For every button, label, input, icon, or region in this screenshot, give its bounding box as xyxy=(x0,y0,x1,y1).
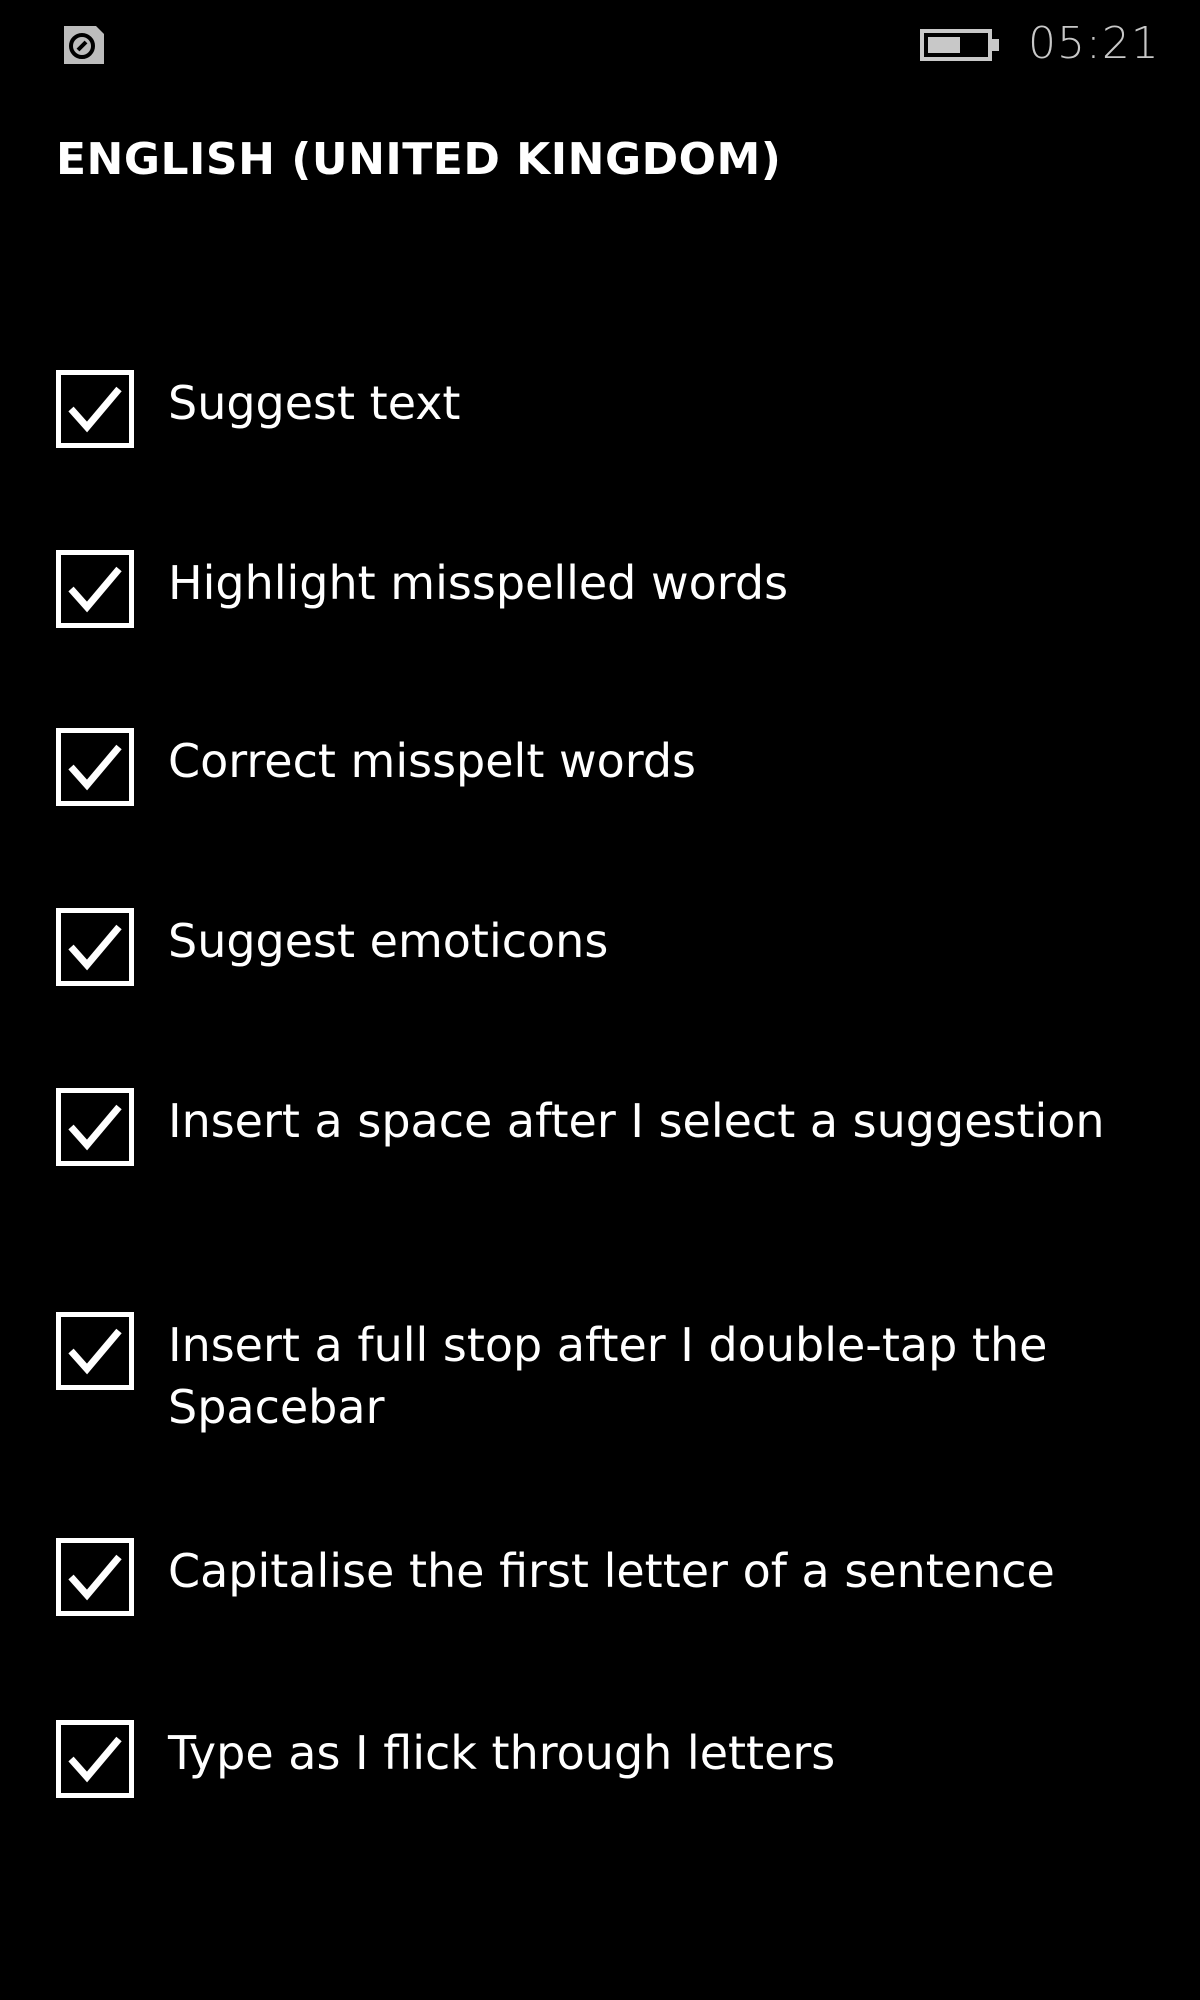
option-label: Insert a full stop after I double-tap th… xyxy=(168,1318,1048,1434)
checkbox[interactable] xyxy=(56,1538,134,1616)
option-insert-full-stop[interactable]: Insert a full stop after I double-tap th… xyxy=(56,1312,1156,1438)
checkmark-icon xyxy=(68,566,122,613)
option-highlight-misspelled[interactable]: Highlight misspelled words xyxy=(56,550,1156,628)
checkbox[interactable] xyxy=(56,370,134,448)
checkbox[interactable] xyxy=(56,908,134,986)
option-suggest-text[interactable]: Suggest text xyxy=(56,370,1156,448)
option-label: Correct misspelt words xyxy=(168,734,697,788)
checkbox[interactable] xyxy=(56,1312,134,1390)
option-label: Highlight misspelled words xyxy=(168,556,789,610)
option-label: Capitalise the first letter of a sentenc… xyxy=(168,1544,1055,1598)
status-time: 05:21 xyxy=(1028,18,1160,69)
option-insert-space[interactable]: Insert a space after I select a suggesti… xyxy=(56,1088,1156,1166)
checkbox[interactable] xyxy=(56,1720,134,1798)
checkbox[interactable] xyxy=(56,550,134,628)
option-label: Suggest text xyxy=(168,376,461,430)
checkmark-icon xyxy=(68,1328,122,1375)
checkmark-icon xyxy=(68,924,122,971)
checkmark-icon xyxy=(68,744,122,791)
checkmark-icon xyxy=(68,1554,122,1601)
option-flick-typing[interactable]: Type as I flick through letters xyxy=(56,1720,1156,1798)
checkbox[interactable] xyxy=(56,1088,134,1166)
option-label: Suggest emoticons xyxy=(168,914,609,968)
checkmark-icon xyxy=(68,386,122,433)
sim-icon xyxy=(56,20,110,68)
page-title: ENGLISH (UNITED KINGDOM) xyxy=(56,134,782,185)
option-capitalise[interactable]: Capitalise the first letter of a sentenc… xyxy=(56,1538,1156,1616)
checkbox[interactable] xyxy=(56,728,134,806)
option-correct-misspelt[interactable]: Correct misspelt words xyxy=(56,728,1156,806)
checkmark-icon xyxy=(68,1736,122,1783)
checkmark-icon xyxy=(68,1104,122,1151)
option-label: Insert a space after I select a suggesti… xyxy=(168,1094,1105,1148)
option-label: Type as I flick through letters xyxy=(168,1726,836,1780)
option-suggest-emoticons[interactable]: Suggest emoticons xyxy=(56,908,1156,986)
battery-icon xyxy=(920,28,1002,62)
status-bar: 05:21 xyxy=(0,0,1200,90)
